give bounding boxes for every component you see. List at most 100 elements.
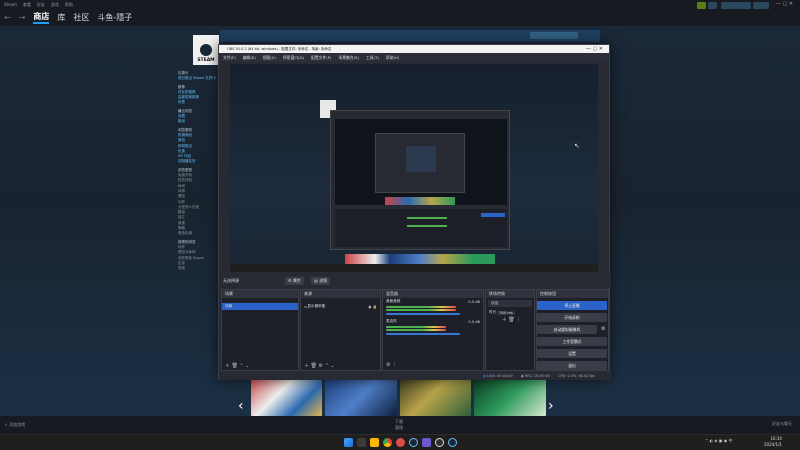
add-game-label: 添加游戏 (9, 422, 26, 427)
obs-menu-profile[interactable]: 配置文件(P) (311, 55, 331, 61)
carousel-capsule[interactable] (400, 377, 471, 416)
sidebar-link[interactable]: 角色扮演 (178, 231, 220, 236)
nav-community[interactable]: 社区 (73, 12, 89, 23)
nav-user[interactable]: 斗鱼-隱子 (97, 12, 132, 23)
filters-button[interactable]: ▤ 滤镜 (311, 277, 331, 285)
clock[interactable]: 16:34 2024/1/1 (764, 436, 782, 448)
transition-actions[interactable]: ＋ 🗑 ⋮ (486, 316, 534, 323)
settings-button[interactable]: 设置 (537, 349, 607, 358)
controls-dock-title: 控制按钮 (540, 291, 556, 296)
scenes-dock-title: 场景 (225, 291, 233, 296)
studio-mode-button[interactable]: 工作室模式 (537, 337, 607, 346)
carousel-prev-icon[interactable]: ‹ (238, 398, 244, 414)
sidebar-link[interactable]: 控制器友好 (178, 159, 220, 164)
obs-menu-edit[interactable]: 编辑(E) (243, 55, 256, 61)
steam-taskbar-icon[interactable] (408, 438, 418, 447)
obs-menu-help[interactable]: 帮助(H) (386, 55, 399, 61)
search-icon[interactable] (356, 438, 366, 447)
menu-help[interactable]: 帮助 (65, 2, 73, 8)
menu-steam[interactable]: Steam (4, 2, 17, 7)
preview-nested-docks (335, 209, 507, 247)
preview-nested-inner (406, 146, 436, 172)
system-tray[interactable]: ⌃ ◐ ◈ ▣ ◉ 中 (705, 438, 733, 444)
obs-menu-view[interactable]: 视图(V) (263, 55, 276, 61)
exit-button[interactable]: 退出 (537, 361, 607, 370)
store-search-input[interactable] (530, 32, 578, 39)
properties-button[interactable]: ⚙ 属性 (285, 277, 304, 285)
nav-library[interactable]: 库 (57, 12, 65, 23)
mixer-channel-name: 桌面音频 (386, 299, 401, 303)
sidebar-link[interactable]: 标签 (178, 100, 220, 105)
steam-taskbar-icon[interactable] (447, 438, 457, 447)
audio-mixer-dock: 混音器 桌面音频 0.0 dB 麦克风 0.0 dB ⚙ ⋮ (382, 289, 484, 371)
sidebar-link[interactable]: 其他 (178, 266, 220, 271)
menu-games[interactable]: 游戏 (51, 2, 59, 8)
obs-menu-tools[interactable]: 工具(T) (366, 55, 379, 61)
transition-select[interactable]: 淡出 (488, 300, 532, 307)
obs-menu-scene-collection[interactable]: 场景集合(S) (338, 55, 359, 61)
steam-titlebar: Steam 查看 好友 游戏 帮助 (0, 0, 800, 9)
duration-input[interactable]: 300 ms (497, 310, 515, 315)
obs-menu-file[interactable]: 文件(F) (223, 55, 236, 61)
steam-logo-icon (200, 44, 212, 56)
carousel-next-icon[interactable]: › (548, 398, 554, 414)
menu-friends[interactable]: 好友 (37, 2, 45, 8)
obs-preview-canvas[interactable]: ↖ (230, 64, 598, 272)
preview-stop-button (481, 213, 505, 217)
sidebar-link[interactable]: 现已推出 Steam 礼物卡 (178, 76, 220, 81)
source-item[interactable]: ▭ 显示器采集 ◉ 🔒 (301, 303, 380, 310)
mixer-settings-icon[interactable]: ⚙ ⋮ (386, 362, 397, 368)
stop-streaming-button[interactable]: 停止直播 (537, 301, 607, 310)
filters-label: 滤镜 (319, 278, 328, 283)
app-icon[interactable] (395, 438, 405, 447)
mixer-dock-header: 混音器 (383, 290, 483, 298)
obs-window: OBS 30.0.2 (64 bit, windows) - 配置文件: 未命名… (218, 44, 611, 380)
mixer-channel: 麦克风 0.0 dB (383, 318, 483, 325)
desktop: Steam 查看 好友 游戏 帮助 — ▢ ✕ ← → 商店 库 社区 斗鱼-隱… (0, 0, 800, 450)
sidebar-link[interactable]: 新品 (178, 119, 220, 124)
obs-taskbar-icon[interactable] (434, 438, 444, 447)
preview-nested-window (375, 133, 465, 193)
obs-titlebar[interactable]: OBS 30.0.2 (64 bit, windows) - 配置文件: 未命名… (219, 45, 609, 53)
transitions-dock-title: 转场特效 (489, 291, 505, 296)
start-icon[interactable] (343, 438, 353, 447)
wallet-badge (753, 2, 769, 9)
start-recording-button[interactable]: 开始录制 (537, 313, 607, 322)
add-game-button[interactable]: ＋ 添加游戏 (4, 422, 25, 428)
add-source-icon[interactable]: ＋ 🗑 ⚙ ⌃ ⌄ (304, 362, 335, 369)
virtual-camera-settings-icon[interactable]: ⚙ (601, 326, 605, 332)
scene-item[interactable]: 场景 (222, 303, 298, 310)
volume-slider[interactable] (386, 333, 460, 335)
forward-arrow-icon[interactable]: → (19, 13, 26, 22)
window-controls[interactable]: — ▢ ✕ (776, 1, 793, 7)
menu-view[interactable]: 查看 (23, 2, 31, 8)
visibility-eye-icon[interactable]: ◉ 🔒 (368, 305, 380, 309)
add-scene-icon[interactable]: ＋ 🗑 ⌃ ⌄ (225, 362, 250, 369)
controls-dock-header: 控制按钮 (537, 290, 608, 298)
back-arrow-icon[interactable]: ← (4, 13, 11, 22)
file-explorer-icon[interactable] (369, 438, 379, 447)
audio-meter (386, 329, 446, 331)
virtual-camera-button[interactable]: 启动虚拟摄像机 (537, 325, 597, 334)
obs-status-bar: ● LIVE: 00:00:00 ◉ REC: 00:00:00 CPU: 0.… (219, 371, 611, 380)
account-menu[interactable] (721, 2, 751, 9)
volume-slider[interactable] (386, 313, 460, 315)
live-time: LIVE: 00:00:00 (487, 373, 513, 378)
downloads-button[interactable]: 下载 管理 (395, 419, 403, 431)
windows-taskbar: ⌃ ◐ ◈ ▣ ◉ 中 16:34 2024/1/1 (0, 434, 800, 450)
friends-icon[interactable] (708, 2, 717, 9)
cpu-fps-status: CPU: 0.3%, 60.00 fps (558, 373, 595, 378)
notification-icon[interactable] (697, 2, 706, 9)
scene-item-label: 场景 (225, 304, 233, 308)
app-icon[interactable] (421, 438, 431, 447)
preview-obs-window (330, 110, 510, 250)
obs-window-controls[interactable]: — ▢ ✕ (586, 46, 603, 52)
friends-chat-button[interactable]: 好友与聊天 (772, 421, 794, 427)
chrome-icon[interactable] (382, 438, 392, 447)
carousel-capsule[interactable] (474, 377, 546, 416)
nav-store[interactable]: 商店 (33, 11, 50, 24)
preview-carousel (345, 254, 495, 264)
obs-menu-docks[interactable]: 停靠窗口(D) (283, 55, 304, 61)
carousel-capsule[interactable] (325, 377, 397, 416)
carousel-capsule[interactable] (251, 377, 322, 416)
